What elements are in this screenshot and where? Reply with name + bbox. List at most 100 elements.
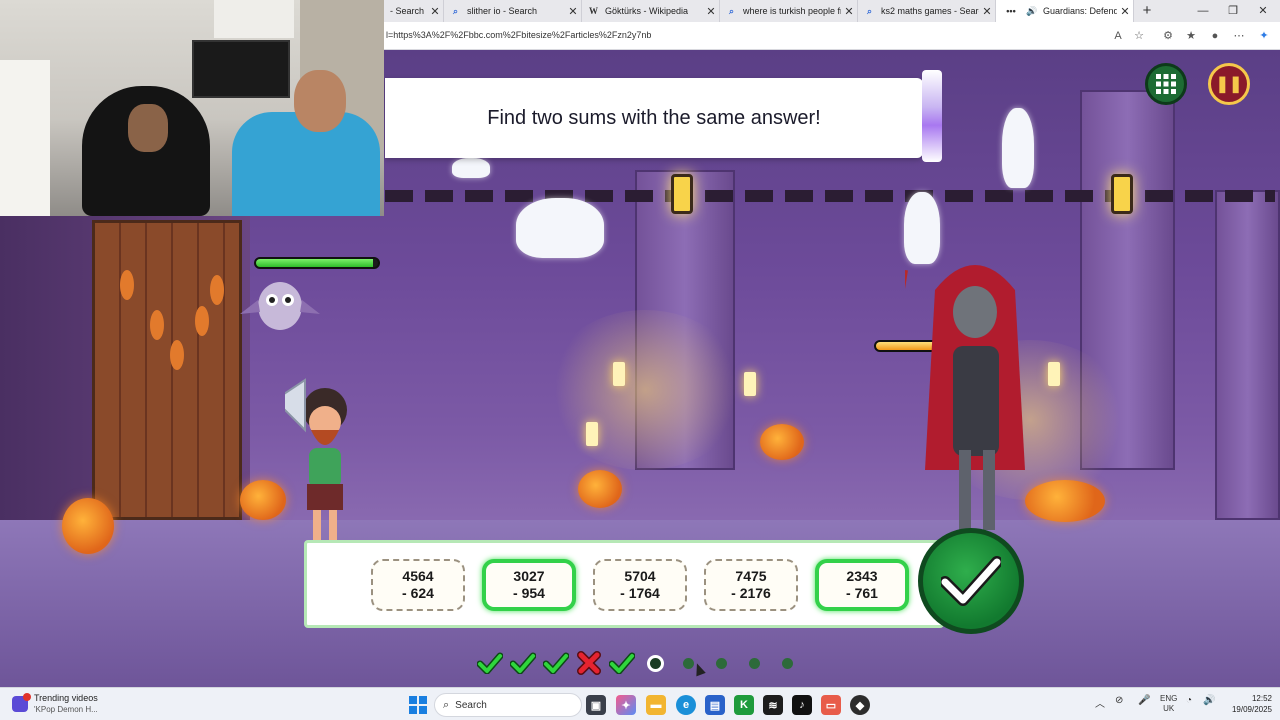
start-button[interactable] bbox=[408, 695, 428, 715]
close-window-icon[interactable]: ✕ bbox=[1248, 0, 1278, 22]
show-hidden-icons[interactable]: ︿ bbox=[1095, 695, 1105, 710]
copilot-icon[interactable]: ✦ bbox=[1256, 28, 1272, 44]
kahoot-icon[interactable]: K bbox=[734, 695, 754, 715]
sum-card-3[interactable]: 5704 - 1764 bbox=[593, 559, 687, 611]
viking-hero bbox=[285, 378, 347, 542]
sum-card-5[interactable]: 2343 - 761 bbox=[815, 559, 909, 611]
url-field[interactable]: l=https%3A%2F%2Fbbc.com%2Fbitesize%2Fart… bbox=[386, 30, 651, 40]
grid-icon bbox=[1156, 74, 1176, 94]
taskbar-search[interactable]: ⌕ Search bbox=[434, 693, 582, 717]
windows-taskbar: Trending videos 'KPop Demon H... ⌕ Searc… bbox=[0, 687, 1280, 720]
owl-companion bbox=[240, 282, 320, 330]
read-aloud-icon[interactable]: A bbox=[1110, 28, 1126, 44]
tab-search-in[interactable]: - Search In ✕ bbox=[384, 0, 444, 22]
sum-card-4[interactable]: 7475 - 2176 bbox=[704, 559, 798, 611]
new-tab-button[interactable]: + bbox=[1138, 1, 1156, 21]
language-indicator[interactable]: ENG UK bbox=[1160, 694, 1177, 714]
speaker-icon[interactable]: 🔊 bbox=[1026, 6, 1037, 17]
subtrahend: - 954 bbox=[513, 585, 545, 601]
file-explorer-icon[interactable]: ▬ bbox=[646, 695, 666, 715]
progress-wrong-icon bbox=[575, 650, 603, 676]
windows-logo-icon bbox=[409, 696, 427, 714]
lantern bbox=[1111, 174, 1133, 214]
candle bbox=[744, 372, 756, 396]
garland-leaf bbox=[170, 340, 184, 370]
search-icon: ⌕ bbox=[866, 5, 873, 16]
profile-avatar-icon[interactable]: ● bbox=[1207, 28, 1223, 44]
tab-turkish-search[interactable]: ⌕ where is turkish people fro ✕ bbox=[720, 0, 858, 22]
subtrahend: - 624 bbox=[402, 585, 434, 601]
close-icon[interactable]: ✕ bbox=[565, 5, 581, 18]
webcam-person-face bbox=[294, 70, 346, 132]
tab-gokturks-wikipedia[interactable]: W Göktürks - Wikipedia ✕ bbox=[582, 0, 720, 22]
system-clock[interactable]: 12:52 19/09/2025 bbox=[1226, 693, 1272, 715]
pause-icon: ❚❚ bbox=[1215, 76, 1243, 93]
ghost bbox=[1002, 108, 1034, 188]
sum-card-1[interactable]: 4564 - 624 bbox=[371, 559, 465, 611]
candle bbox=[586, 422, 598, 446]
photos-icon[interactable]: ▭ bbox=[821, 695, 841, 715]
tab-label: Guardians: Defenders bbox=[1043, 6, 1117, 16]
tab-label: slither io - Search bbox=[467, 6, 538, 16]
copilot-app-icon[interactable]: ✦ bbox=[616, 695, 636, 715]
subtrahend: - 1764 bbox=[620, 585, 660, 601]
task-view-icon[interactable]: ▣ bbox=[586, 695, 606, 715]
pause-button[interactable]: ❚❚ bbox=[1208, 63, 1250, 105]
tab-label: - Search In bbox=[390, 6, 427, 16]
submit-answer-button[interactable] bbox=[918, 528, 1024, 634]
roblox-icon[interactable]: ◆ bbox=[850, 695, 870, 715]
tab-guardians-defenders[interactable]: ••• 🔊 Guardians: Defenders ✕ bbox=[996, 0, 1134, 22]
store-icon[interactable]: ▤ bbox=[705, 695, 725, 715]
jack-o-lantern bbox=[240, 480, 286, 520]
sum-card-2[interactable]: 3027 - 954 bbox=[482, 559, 576, 611]
edge-browser-icon[interactable]: e bbox=[676, 695, 696, 715]
candle bbox=[1048, 362, 1060, 386]
stone-pillar bbox=[1215, 190, 1280, 520]
question-progress bbox=[476, 650, 806, 676]
close-icon[interactable]: ✕ bbox=[979, 5, 995, 18]
wifi-icon[interactable]: ◔ bbox=[1186, 695, 1192, 706]
clock-time: 12:52 bbox=[1251, 694, 1272, 703]
checkmark-icon bbox=[941, 556, 1001, 606]
menu-grid-button[interactable] bbox=[1145, 63, 1187, 105]
tab-ks2-search[interactable]: ⌕ ks2 maths games - Search ✕ bbox=[858, 0, 996, 22]
tab-slither-search[interactable]: ⌕ slither io - Search ✕ bbox=[444, 0, 582, 22]
capcut-icon[interactable]: ≋ bbox=[763, 695, 783, 715]
search-icon: ⌕ bbox=[728, 5, 735, 16]
tab-actions-icon[interactable]: ••• bbox=[1002, 6, 1020, 17]
search-icon: ⌕ bbox=[443, 698, 450, 711]
progress-pending-dot bbox=[707, 650, 735, 676]
subtrahend: - 761 bbox=[846, 585, 878, 601]
ghost bbox=[452, 158, 490, 178]
tiktok-icon[interactable]: ♪ bbox=[792, 695, 812, 715]
microphone-icon[interactable]: 🎤 bbox=[1138, 695, 1150, 706]
extensions-icon[interactable]: ⚙ bbox=[1160, 28, 1176, 44]
tab-label: where is turkish people fro bbox=[743, 6, 841, 16]
close-icon[interactable]: ✕ bbox=[1117, 5, 1133, 18]
minimize-icon[interactable]: — bbox=[1188, 0, 1218, 22]
progress-correct-icon bbox=[476, 650, 504, 676]
language-code: ENG bbox=[1160, 694, 1178, 703]
candle bbox=[613, 362, 625, 386]
vpn-icon[interactable]: ⊘ bbox=[1115, 695, 1123, 706]
widget-subtitle: 'KPop Demon H... bbox=[34, 705, 98, 714]
restore-icon[interactable]: ❐ bbox=[1218, 0, 1248, 22]
progress-correct-icon bbox=[542, 650, 570, 676]
ghost bbox=[516, 198, 604, 258]
garland-leaf bbox=[210, 275, 224, 305]
language-region: UK bbox=[1163, 704, 1175, 713]
garland-leaf bbox=[150, 310, 164, 340]
close-icon[interactable]: ✕ bbox=[841, 5, 857, 18]
more-menu-icon[interactable]: ⋯ bbox=[1231, 28, 1247, 44]
favorites-icon[interactable]: ★ bbox=[1183, 28, 1199, 44]
widgets-button[interactable]: Trending videos 'KPop Demon H... bbox=[12, 693, 98, 715]
jack-o-lantern bbox=[62, 498, 114, 554]
question-banner: Find two sums with the same answer! bbox=[385, 78, 923, 158]
minuend: 7475 bbox=[735, 568, 767, 584]
favorite-star-icon[interactable]: ☆ bbox=[1131, 28, 1147, 44]
close-icon[interactable]: ✕ bbox=[427, 5, 443, 18]
close-icon[interactable]: ✕ bbox=[703, 5, 719, 18]
widgets-icon bbox=[12, 693, 31, 712]
volume-icon[interactable]: 🔊 bbox=[1203, 695, 1215, 706]
minuend: 2343 bbox=[846, 568, 878, 584]
